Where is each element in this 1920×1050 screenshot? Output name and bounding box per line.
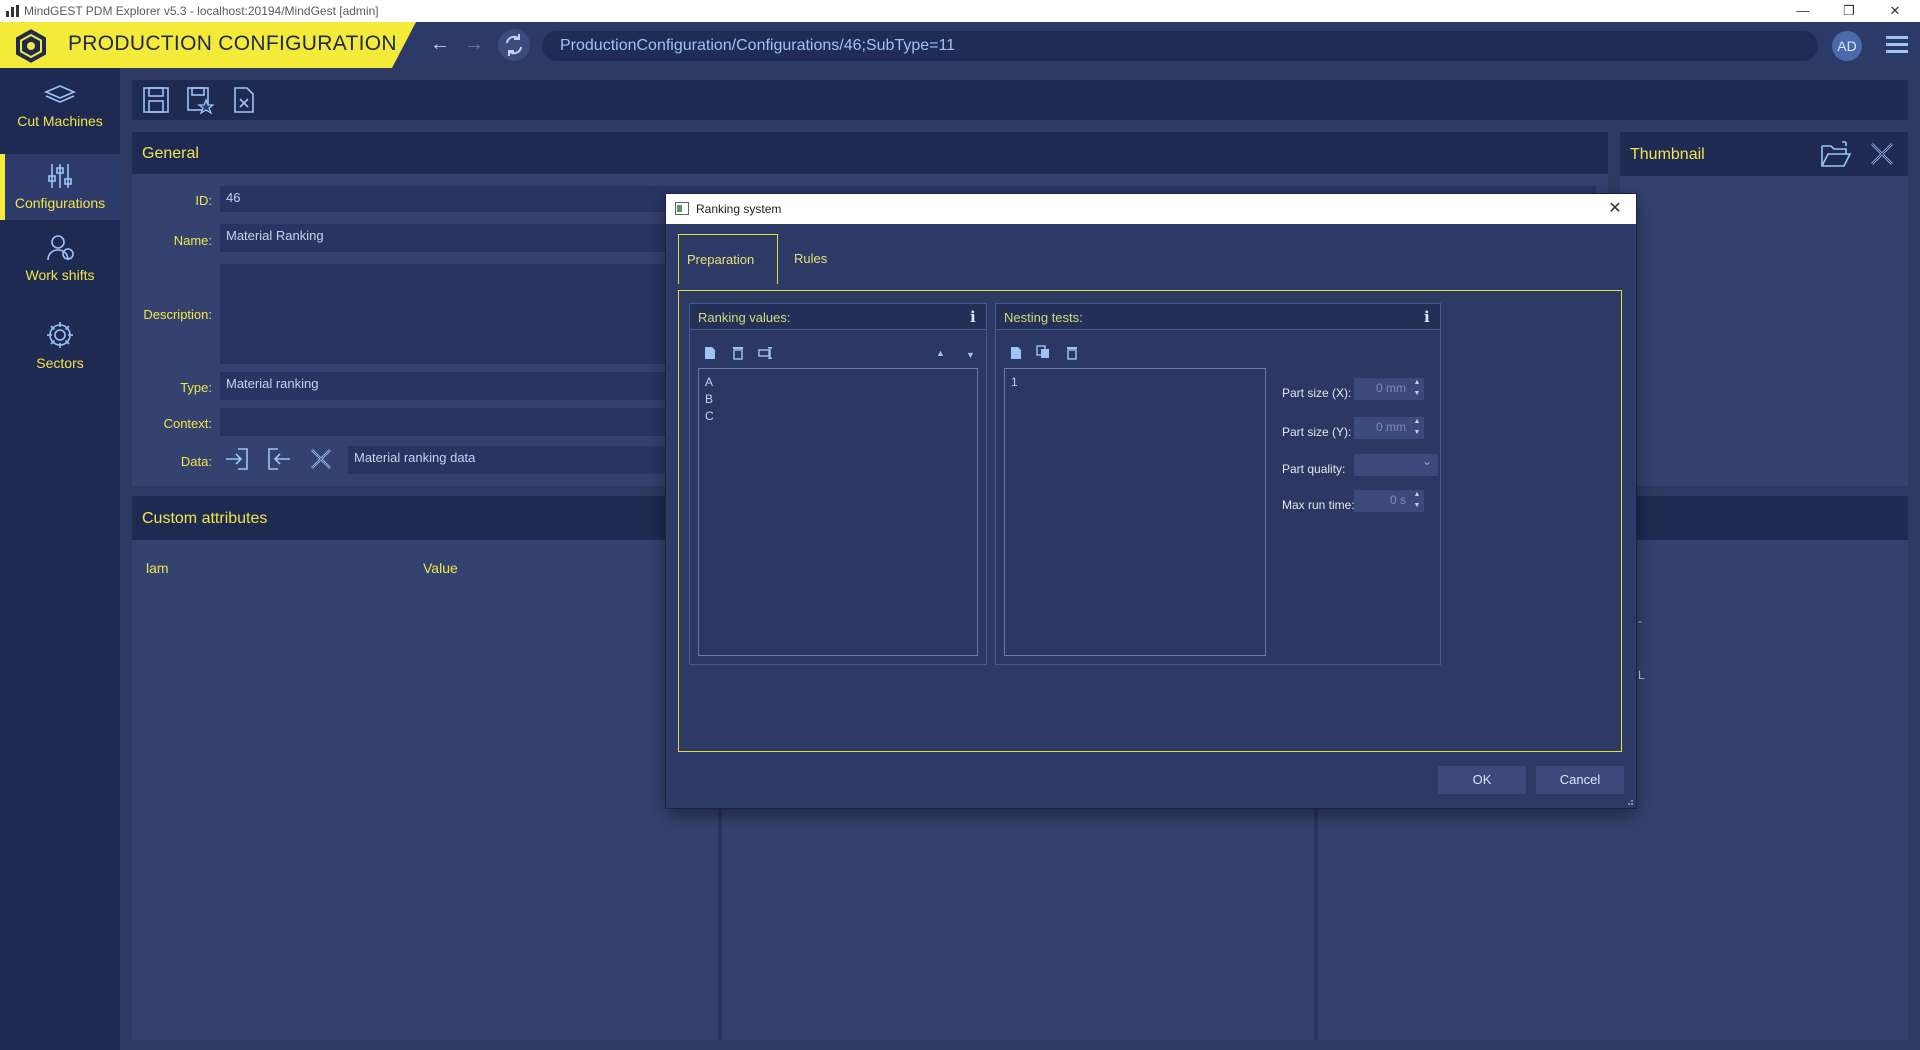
list-item[interactable]: B xyxy=(705,392,713,406)
minimize-button[interactable]: — xyxy=(1780,0,1826,22)
data-label: Data: xyxy=(180,454,212,469)
sidebar-item-label: Configurations xyxy=(14,195,106,211)
restore-button[interactable]: ❐ xyxy=(1826,0,1872,22)
sidebar-item-cut-machines[interactable]: Cut Machines xyxy=(0,78,120,156)
toolbar xyxy=(132,80,1908,120)
thumbnail-panel: Thumbnail xyxy=(1620,132,1908,486)
avatar[interactable]: AD xyxy=(1832,31,1862,61)
sidebar-item-configurations[interactable]: Configurations xyxy=(0,154,120,220)
tab-preparation[interactable]: Preparation xyxy=(678,234,778,284)
ranking-system-dialog: Ranking system ✕ Preparation Rules Ranki… xyxy=(666,194,1636,808)
gear-icon xyxy=(47,322,73,348)
column-header-name[interactable]: lam xyxy=(146,560,169,576)
new-test-icon[interactable] xyxy=(1010,346,1022,360)
max-run-time-label: Max run time: xyxy=(1282,498,1355,512)
trash-icon[interactable] xyxy=(732,346,744,360)
worker-icon xyxy=(47,235,74,261)
general-title: General xyxy=(132,132,1608,174)
column-header-value[interactable]: Value xyxy=(423,560,458,576)
app-logo-icon xyxy=(14,27,48,65)
clear-data-icon[interactable] xyxy=(308,446,334,472)
spin-up-button[interactable]: ▲ xyxy=(1410,418,1424,426)
sidebar-item-sectors[interactable]: Sectors xyxy=(0,316,120,378)
name-label: Name: xyxy=(173,233,212,248)
app-header: PRODUCTION CONFIGURATION ← → ProductionC… xyxy=(0,22,1920,68)
spin-up-button[interactable]: ▲ xyxy=(1410,491,1424,499)
forward-button[interactable]: → xyxy=(460,31,488,59)
export-icon[interactable] xyxy=(266,446,292,472)
sidebar-item-work-shifts[interactable]: Work shifts xyxy=(0,230,120,306)
copy-icon[interactable] xyxy=(1036,345,1050,359)
ranking-values-box: Ranking values: i ▲ ▼ A B C xyxy=(689,303,987,665)
delete-document-icon[interactable] xyxy=(230,86,258,114)
list-item[interactable]: 1 xyxy=(1011,375,1018,389)
hidden-text-fragment: L xyxy=(1638,668,1645,682)
dialog-title-bar: Ranking system ✕ xyxy=(666,194,1636,224)
description-label: Description: xyxy=(143,307,212,322)
back-button[interactable]: ← xyxy=(426,31,454,59)
app-chart-icon xyxy=(6,5,19,17)
move-up-icon[interactable]: ▲ xyxy=(936,348,945,358)
refresh-button[interactable] xyxy=(498,29,530,61)
os-title-bar: MindGEST PDM Explorer v5.3 - localhost:2… xyxy=(0,0,1920,22)
nesting-tests-list[interactable]: 1 xyxy=(1004,368,1266,656)
sidebar-item-label: Work shifts xyxy=(25,267,95,283)
layers-icon xyxy=(44,85,76,103)
active-indicator xyxy=(0,154,5,220)
save-icon[interactable] xyxy=(142,86,170,114)
new-item-icon[interactable] xyxy=(704,346,716,360)
part-size-y-label: Part size (Y): xyxy=(1282,425,1352,439)
spin-up-button[interactable]: ▲ xyxy=(1410,379,1424,387)
open-folder-icon[interactable] xyxy=(1820,140,1852,168)
sidebar: Cut Machines Configurations Work shifts … xyxy=(0,68,120,1050)
list-item[interactable]: A xyxy=(705,375,713,389)
refresh-icon xyxy=(506,34,522,56)
dialog-close-button[interactable]: ✕ xyxy=(1604,198,1626,220)
save-as-icon[interactable] xyxy=(186,86,214,114)
cancel-button[interactable]: Cancel xyxy=(1536,766,1624,794)
tab-content: Ranking values: i ▲ ▼ A B C Nesting test… xyxy=(678,290,1622,752)
resize-grip-icon[interactable] xyxy=(1624,796,1634,806)
spin-down-button[interactable]: ▼ xyxy=(1410,502,1424,510)
import-icon[interactable] xyxy=(224,446,250,472)
window-close-button[interactable]: ✕ xyxy=(1872,0,1918,22)
spin-down-button[interactable]: ▼ xyxy=(1410,429,1424,437)
part-quality-label: Part quality: xyxy=(1282,462,1346,476)
page-title: PRODUCTION CONFIGURATION xyxy=(68,32,397,55)
ranking-values-list[interactable]: A B C xyxy=(698,368,978,656)
context-label: Context: xyxy=(163,416,212,431)
ok-button[interactable]: OK xyxy=(1438,766,1526,794)
info-icon[interactable]: i xyxy=(1424,308,1430,326)
remove-thumbnail-icon[interactable] xyxy=(1868,140,1896,168)
rename-icon[interactable] xyxy=(758,347,774,359)
move-down-icon[interactable]: ▼ xyxy=(966,350,975,360)
ranking-values-title: Ranking values: xyxy=(690,304,986,330)
trash-icon[interactable] xyxy=(1066,346,1078,360)
sliders-icon xyxy=(48,164,72,188)
nesting-tests-box: Nesting tests: i 1 Part size (X): 0 mm ▲… xyxy=(995,303,1441,665)
tab-rules[interactable]: Rules xyxy=(786,234,866,284)
sidebar-item-label: Cut Machines xyxy=(17,113,103,129)
address-bar[interactable]: ProductionConfiguration/Configurations/4… xyxy=(542,31,1818,61)
window-icon xyxy=(675,202,689,215)
hidden-text-fragment: - xyxy=(1638,614,1642,628)
spin-down-button[interactable]: ▼ xyxy=(1410,390,1424,398)
id-label: ID: xyxy=(195,193,212,208)
list-item[interactable]: C xyxy=(705,409,714,423)
info-icon[interactable]: i xyxy=(970,308,976,326)
dialog-title: Ranking system xyxy=(696,202,782,216)
chevron-down-icon: ⌄ xyxy=(1422,454,1433,468)
sidebar-item-label: Sectors xyxy=(36,355,84,371)
thumbnail-title: Thumbnail xyxy=(1620,132,1908,176)
os-window-title: MindGEST PDM Explorer v5.3 - localhost:2… xyxy=(24,4,379,18)
nesting-tests-title: Nesting tests: xyxy=(996,304,1440,330)
hamburger-menu-icon[interactable] xyxy=(1886,32,1908,58)
part-size-x-label: Part size (X): xyxy=(1282,386,1352,400)
type-label: Type: xyxy=(180,380,212,395)
